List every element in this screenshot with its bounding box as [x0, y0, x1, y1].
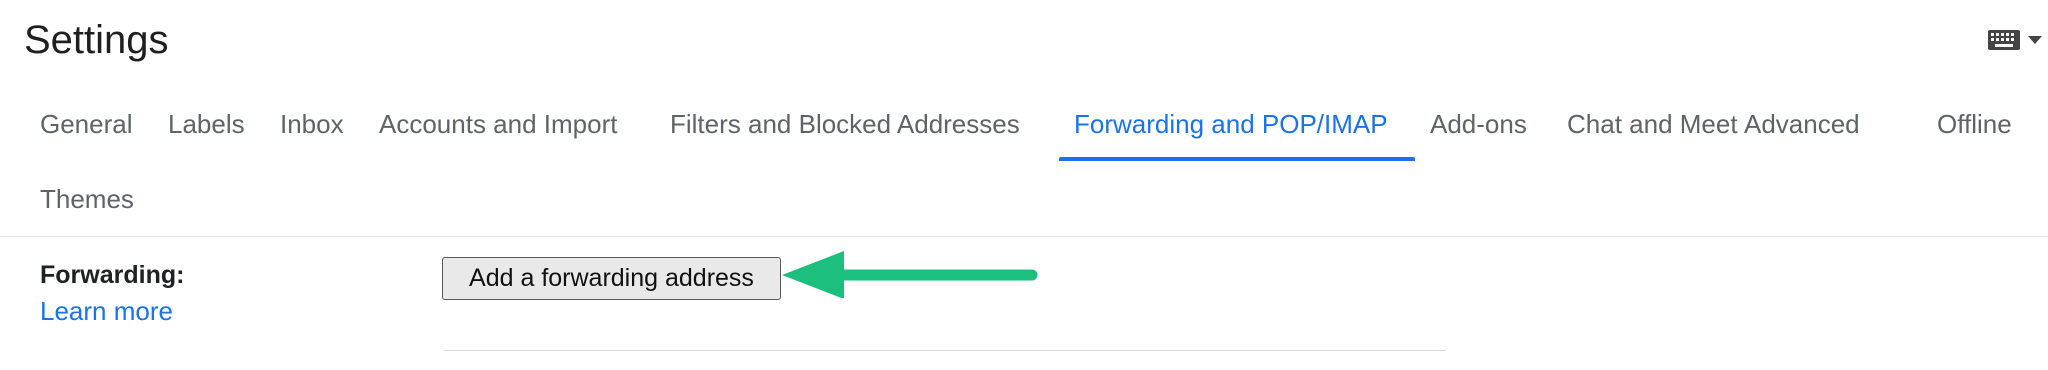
- add-forwarding-address-button[interactable]: Add a forwarding address: [442, 257, 781, 300]
- annotation-arrow-icon: [780, 248, 1040, 303]
- tab-advanced[interactable]: Advanced: [1744, 108, 1860, 140]
- tab-add-ons[interactable]: Add-ons: [1430, 108, 1527, 140]
- tab-forwarding-and-pop-imap[interactable]: Forwarding and POP/IMAP: [1074, 108, 1388, 140]
- tab-offline[interactable]: Offline: [1937, 108, 2012, 140]
- input-tools-toggle[interactable]: [1988, 30, 2042, 50]
- tab-filters-and-blocked-addresses[interactable]: Filters and Blocked Addresses: [670, 108, 1020, 140]
- page-title: Settings: [24, 18, 169, 62]
- forwarding-label: Forwarding:: [40, 261, 185, 289]
- tab-inbox[interactable]: Inbox: [280, 108, 344, 140]
- tab-general[interactable]: General: [40, 108, 133, 140]
- tabs-divider: [0, 236, 2048, 237]
- learn-more-link[interactable]: Learn more: [40, 296, 173, 327]
- settings-page: Settings General Labels Inbox Accounts a…: [0, 0, 2048, 370]
- tab-accounts-and-import[interactable]: Accounts and Import: [379, 108, 617, 140]
- section-divider: [444, 350, 1446, 351]
- keyboard-icon: [1988, 30, 2020, 50]
- active-tab-indicator: [1059, 157, 1415, 161]
- tab-themes[interactable]: Themes: [40, 183, 134, 215]
- tab-chat-and-meet[interactable]: Chat and Meet: [1567, 108, 1738, 140]
- tab-labels[interactable]: Labels: [168, 108, 245, 140]
- caret-down-icon[interactable]: [2028, 36, 2042, 44]
